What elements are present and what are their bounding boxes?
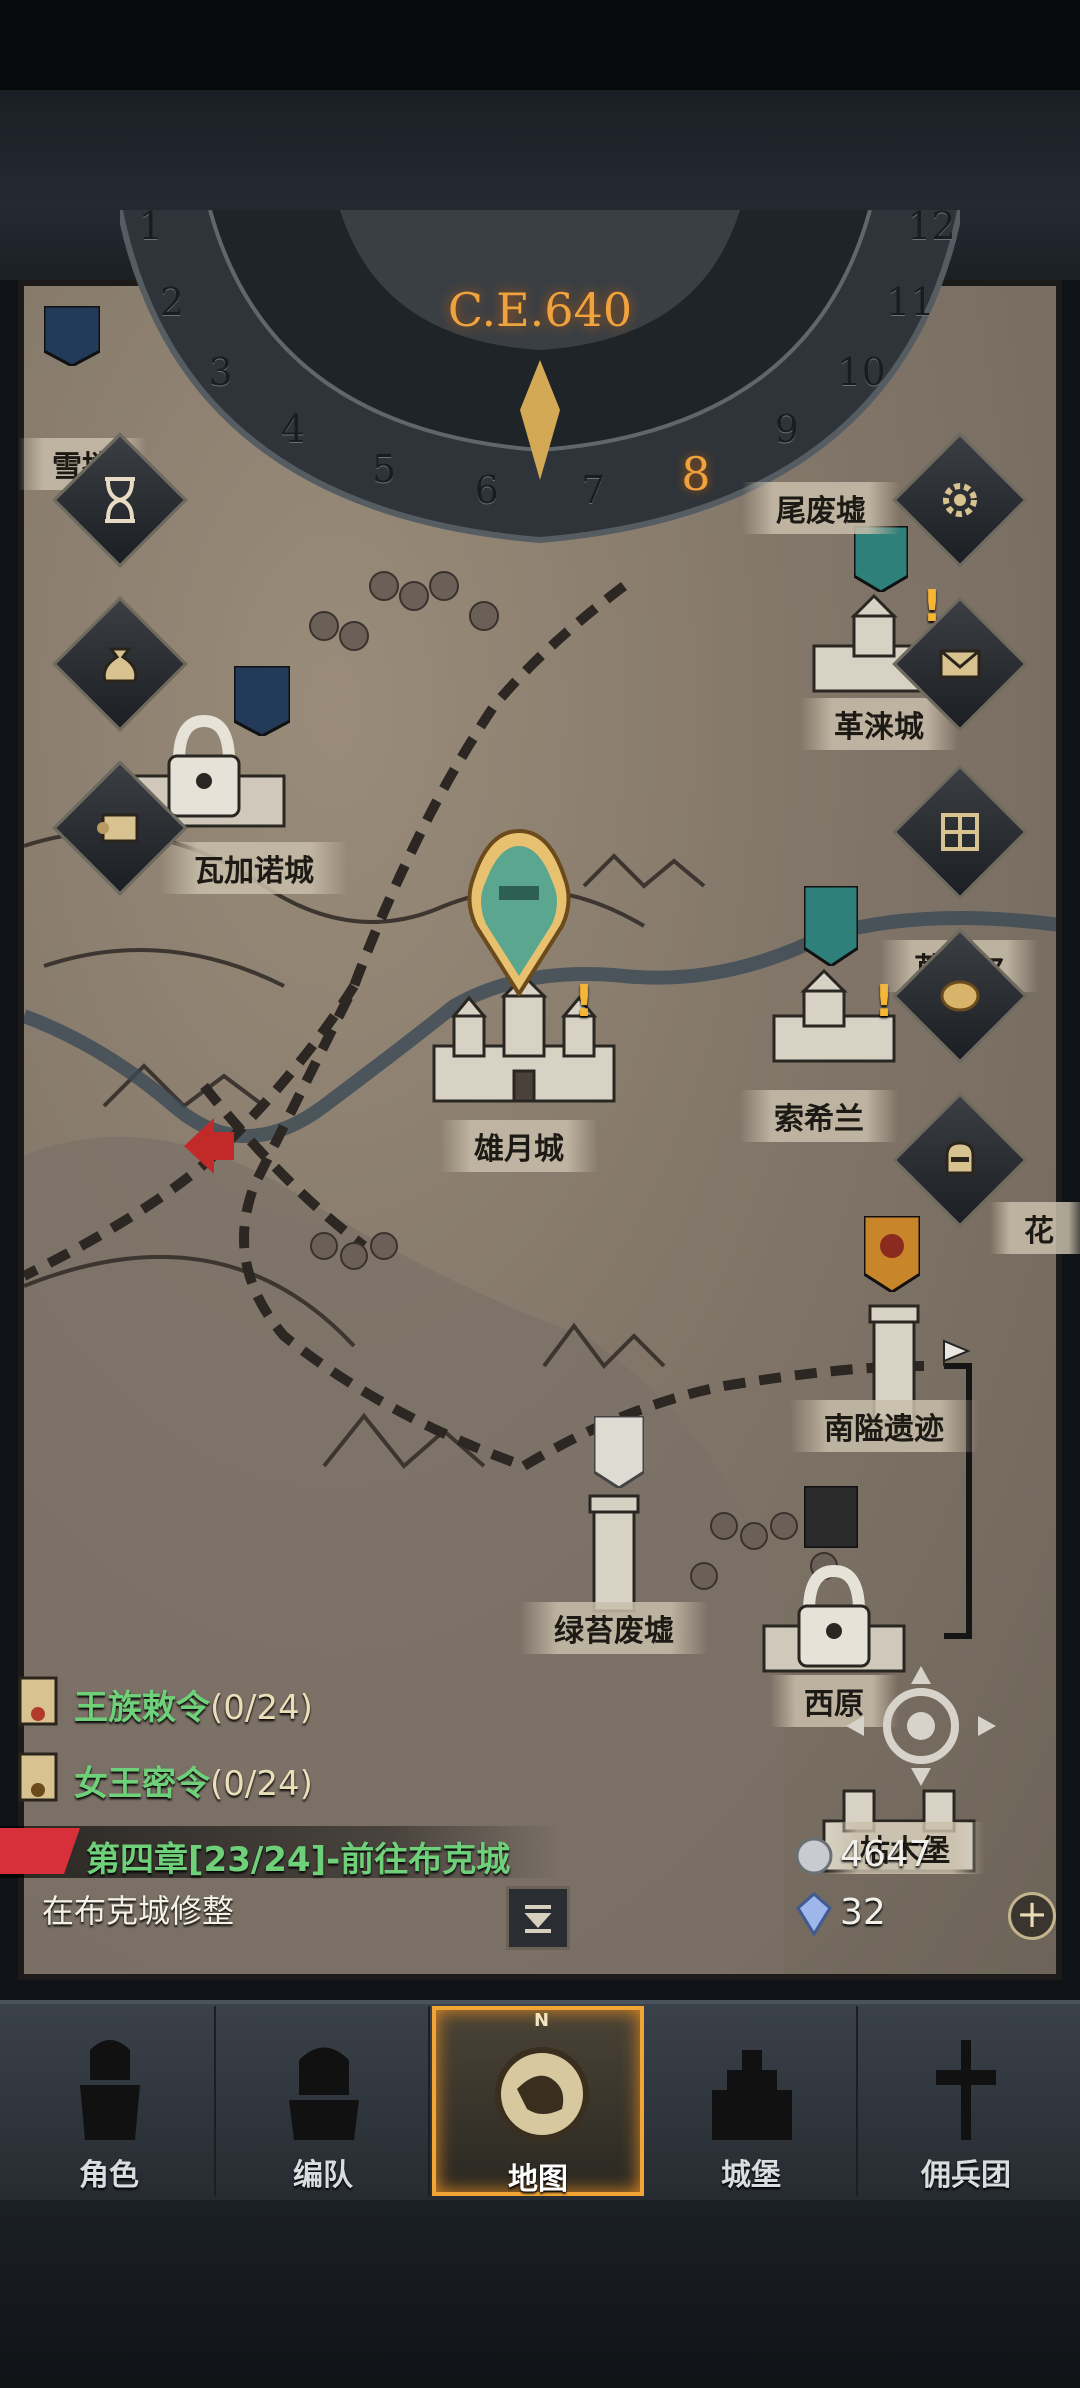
collapse-button[interactable] (506, 1886, 570, 1950)
scroll-icon (97, 813, 139, 843)
nav-label: 城堡 (721, 2158, 781, 2193)
mail-icon (939, 649, 981, 679)
nav-label: 佣兵团 (921, 2158, 1011, 2193)
locate-icon[interactable] (836, 1666, 1006, 1786)
status-bar (0, 0, 1080, 90)
month-2[interactable]: 2 (150, 280, 194, 324)
mercenary-icon (936, 2040, 996, 2140)
hourglass-icon (105, 477, 135, 523)
city-label-nanyi[interactable]: 南隘遗迹 (790, 1400, 978, 1452)
city-label-suoxilan[interactable]: 索希兰 (740, 1090, 898, 1142)
city-label-weiwei[interactable]: 尾废墟 (742, 482, 900, 534)
month-9[interactable]: 9 (765, 407, 809, 451)
nav-mercenary[interactable]: 佣兵团 (860, 2006, 1072, 2196)
knight-helmet-icon (945, 1141, 975, 1175)
quest-row-queen[interactable]: 女王密令(0/24) (74, 1756, 313, 1805)
month-8[interactable]: 8 (674, 447, 718, 501)
castle-xiyuan-locked[interactable] (754, 1556, 914, 1676)
inventory-icon (941, 813, 979, 851)
tower-lvtai[interactable] (584, 1486, 644, 1616)
month-11[interactable]: 11 (886, 280, 934, 324)
chapter-text[interactable]: 第四章[23/24]-前往布克城 (86, 1832, 510, 1881)
banner-dark-xiyuan (804, 1486, 858, 1548)
compass-map-icon (495, 2047, 589, 2141)
collapse-icon (524, 1905, 552, 1933)
nav-formation[interactable]: 编队 (218, 2006, 430, 2196)
quest-scroll-icon (18, 1752, 58, 1802)
castle-icon (712, 2050, 792, 2140)
formation-icon (289, 2047, 359, 2140)
month-7[interactable]: 7 (571, 468, 615, 512)
coin-icon (940, 980, 980, 1012)
crystal-icon (796, 1892, 832, 1936)
character-icon (80, 2040, 140, 2140)
alert-xiongyue-icon: ! (574, 976, 595, 1027)
banner-blue-xuetian (44, 306, 100, 366)
plus-icon[interactable]: + (1008, 1892, 1056, 1940)
quest-progress: (0/24) (210, 1688, 313, 1728)
city-label-hua[interactable]: 花 (990, 1202, 1080, 1254)
quest-scroll-icon (18, 1676, 58, 1726)
nav-character[interactable]: 角色 (4, 2006, 216, 2196)
treasure-bag-icon (102, 647, 138, 683)
crystal-amount: 32 (840, 1892, 886, 1933)
month-3[interactable]: 3 (199, 350, 243, 394)
silver-amount: 4647 (840, 1834, 932, 1875)
month-1[interactable]: 1 (129, 204, 173, 248)
hero-marker[interactable] (464, 826, 574, 996)
banner-blue-wajianuo (234, 666, 290, 736)
nav-castle[interactable]: 城堡 (646, 2006, 858, 2196)
header-band (0, 90, 1080, 280)
compass-n-label: N (534, 2010, 550, 2031)
banner-teal-suoxilan (804, 886, 858, 966)
nav-map[interactable]: 地图 (432, 2006, 644, 2197)
month-4[interactable]: 4 (271, 407, 315, 451)
chapter-subtask: 在布克城修整 (42, 1892, 235, 1930)
gear-icon (943, 483, 977, 517)
nav-label: 角色 (79, 2158, 139, 2193)
quest-progress: (0/24) (210, 1764, 313, 1804)
month-6[interactable]: 6 (465, 468, 509, 512)
banner-white-lvtai (594, 1416, 644, 1488)
quest-title: 王族敕令 (74, 1688, 210, 1728)
quest-row-royal[interactable]: 王族敕令(0/24) (74, 1680, 313, 1729)
city-label-wajianuo[interactable]: 瓦加诺城 (160, 842, 348, 894)
banner-teal-gelai (854, 526, 908, 592)
city-label-lvtai[interactable]: 绿苔废墟 (520, 1602, 708, 1654)
month-5[interactable]: 5 (362, 447, 406, 491)
month-12[interactable]: 12 (907, 204, 955, 248)
silver-coin-icon (795, 1837, 833, 1875)
bottom-band (0, 2200, 1080, 2388)
banner-orange-nanyi (864, 1216, 920, 1292)
city-label-xiongyue[interactable]: 雄月城 (440, 1120, 598, 1172)
nav-label: 地图 (508, 2162, 568, 2197)
quest-title: 女王密令 (74, 1764, 210, 1804)
route-bracket (943, 1339, 972, 1639)
month-10[interactable]: 10 (837, 350, 885, 394)
nav-label: 编队 (293, 2158, 353, 2193)
era-label: C.E.640 (447, 283, 633, 337)
